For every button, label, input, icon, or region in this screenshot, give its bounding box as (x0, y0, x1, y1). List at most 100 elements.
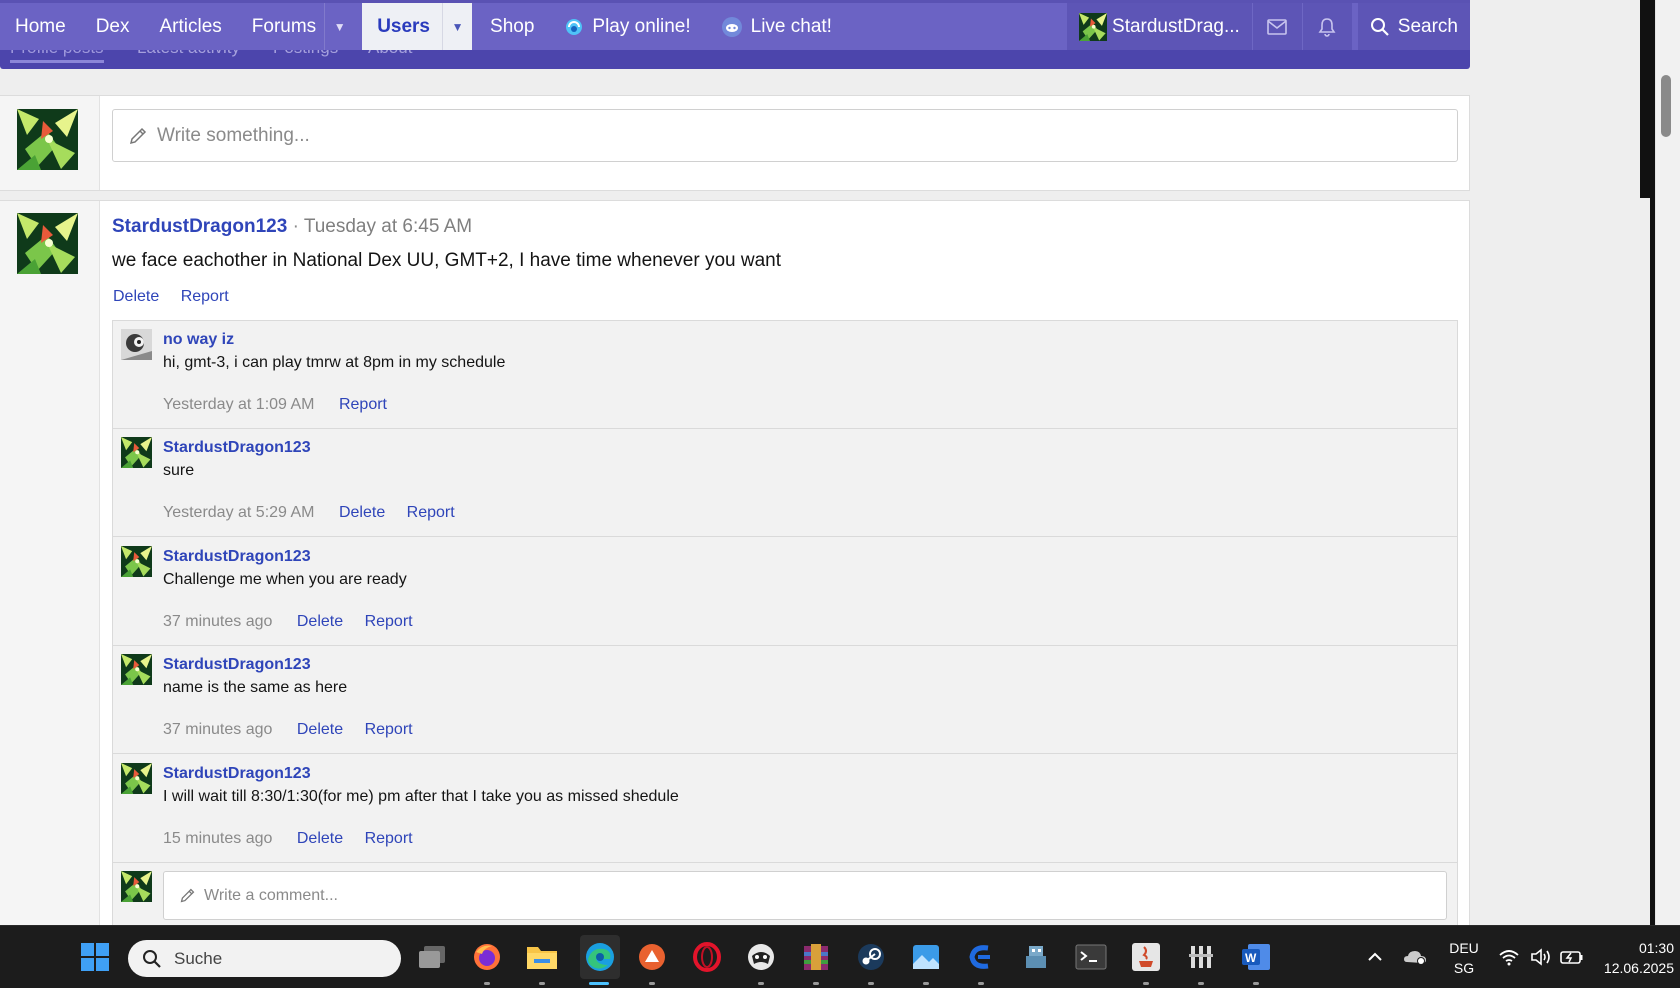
wifi-icon[interactable] (1495, 940, 1523, 974)
search-icon (1370, 17, 1390, 37)
battery-icon[interactable] (1558, 940, 1586, 974)
clock-date: 12.06.2025 (1603, 960, 1674, 976)
write-comment-input[interactable]: Write a comment... (163, 871, 1447, 920)
app-blue-icon[interactable] (964, 940, 998, 974)
nav-users[interactable]: Users (362, 3, 442, 50)
comment-meta: Yesterday at 5:29 AM Delete Report (163, 504, 472, 522)
nav-shop[interactable]: Shop (472, 3, 549, 50)
comment-delete-link[interactable]: Delete (297, 830, 343, 847)
avatar[interactable] (121, 654, 152, 685)
comment-delete-link[interactable]: Delete (339, 504, 385, 521)
comment-timestamp[interactable]: Yesterday at 5:29 AM (163, 504, 315, 521)
comment-meta: 15 minutes ago Delete Report (163, 830, 430, 848)
comment-timestamp[interactable]: Yesterday at 1:09 AM (163, 396, 315, 413)
show-hidden-icons-chevron-icon[interactable] (1360, 940, 1390, 974)
nav-user-account[interactable]: StardustDrag... (1067, 3, 1252, 50)
comment-timestamp[interactable]: 37 minutes ago (163, 721, 272, 738)
keyboard-layout: SG (1453, 960, 1475, 976)
write-something-input[interactable]: Write something... (112, 109, 1458, 162)
photos-icon[interactable] (909, 940, 943, 974)
avatar[interactable] (17, 213, 78, 274)
comment-report-link[interactable]: Report (365, 721, 413, 738)
post-delete-link[interactable]: Delete (113, 288, 159, 305)
app-robot-icon[interactable] (1019, 940, 1053, 974)
clock[interactable]: 01:30 12.06.2025 (1598, 938, 1674, 978)
comment-timestamp[interactable]: 15 minutes ago (163, 830, 272, 847)
nav-search[interactable]: Search (1351, 3, 1470, 50)
comment-report-link[interactable]: Report (339, 396, 387, 413)
comment-delete-link[interactable]: Delete (297, 721, 343, 738)
input-language[interactable]: DEU SG (1447, 938, 1481, 978)
tab-about[interactable]: About (368, 50, 412, 58)
comment-author-link[interactable]: StardustDragon123 (163, 765, 311, 783)
avatar[interactable] (121, 329, 152, 360)
app-orange-icon[interactable] (635, 940, 669, 974)
tab-profile-posts[interactable]: Profile posts (10, 50, 104, 63)
comment-author-link[interactable]: no way iz (163, 331, 234, 349)
task-view-icon[interactable] (415, 940, 449, 974)
pencil-icon (128, 126, 148, 146)
winrar-icon[interactable] (799, 940, 833, 974)
app-blue-running-indicator (978, 982, 984, 985)
bell-icon[interactable] (1301, 3, 1352, 50)
post-report-link[interactable]: Report (181, 288, 229, 305)
volume-icon[interactable] (1527, 940, 1555, 974)
app-gamepad-icon[interactable] (744, 940, 778, 974)
nav-forums[interactable]: Forums (237, 3, 324, 50)
app-tool-icon[interactable] (1184, 940, 1218, 974)
comment-report-link[interactable]: Report (407, 504, 455, 521)
taskbar-search-placeholder: Suche (174, 948, 223, 968)
post-timestamp[interactable]: Tuesday at 6:45 AM (304, 216, 472, 237)
status-composer: Write something... (0, 95, 1470, 191)
search-icon (142, 949, 162, 969)
avatar[interactable] (121, 763, 152, 794)
avatar[interactable] (121, 546, 152, 577)
tab-latest-activity[interactable]: Latest activity (137, 50, 240, 58)
comment-author-link[interactable]: StardustDragon123 (163, 656, 311, 674)
terminal-icon[interactable] (1074, 940, 1108, 974)
user-avatar (1079, 12, 1108, 41)
svg-text:W: W (1245, 951, 1257, 965)
discord-icon (721, 16, 743, 38)
comment-report-link[interactable]: Report (365, 830, 413, 847)
opera-icon[interactable] (690, 940, 724, 974)
nav-dex[interactable]: Dex (81, 3, 145, 50)
edge-icon[interactable] (580, 935, 620, 979)
nav-home[interactable]: Home (0, 3, 81, 50)
avatar[interactable] (121, 871, 152, 902)
profile-subnav: Profile posts Latest activity Postings A… (0, 50, 1470, 69)
nav-dex-label: Dex (95, 15, 130, 37)
avatar[interactable] (17, 109, 78, 170)
language-code: DEU (1449, 940, 1479, 956)
firefox-icon[interactable] (470, 940, 504, 974)
firefox-running-indicator (484, 982, 490, 985)
nav-articles[interactable]: Articles (144, 3, 236, 50)
forums-dropdown-caret-icon[interactable]: ▼ (324, 3, 354, 50)
page-scrollbar[interactable] (1655, 0, 1680, 925)
comment-timestamp[interactable]: 37 minutes ago (163, 613, 272, 630)
steam-icon[interactable] (854, 940, 888, 974)
play-online-icon (564, 17, 584, 37)
nav-play-online[interactable]: Play online! (549, 3, 705, 50)
nav-live-chat[interactable]: Live chat! (706, 3, 847, 50)
explorer-running-indicator (539, 982, 545, 985)
file-explorer-icon[interactable] (525, 940, 559, 974)
comment-author-link[interactable]: StardustDragon123 (163, 548, 311, 566)
nav-play-online-label: Play online! (592, 15, 691, 37)
inbox-icon[interactable] (1251, 3, 1302, 50)
tab-postings[interactable]: Postings (273, 50, 338, 58)
app-orange-running-indicator (649, 982, 655, 985)
start-icon[interactable] (78, 940, 112, 974)
comment-delete-link[interactable]: Delete (297, 613, 343, 630)
gamepad-running-indicator (758, 982, 764, 985)
avatar[interactable] (121, 437, 152, 468)
users-dropdown-caret-icon[interactable]: ▼ (442, 3, 472, 50)
taskbar-search-input[interactable]: Suche (128, 940, 401, 977)
comment-report-link[interactable]: Report (365, 613, 413, 630)
comment-author-link[interactable]: StardustDragon123 (163, 439, 311, 457)
word-icon[interactable]: W (1239, 940, 1273, 974)
java-icon[interactable] (1129, 940, 1163, 974)
scrollbar-thumb[interactable] (1661, 75, 1671, 137)
post-author-link[interactable]: StardustDragon123 (112, 216, 287, 237)
onedrive-icon[interactable] (1400, 940, 1430, 974)
